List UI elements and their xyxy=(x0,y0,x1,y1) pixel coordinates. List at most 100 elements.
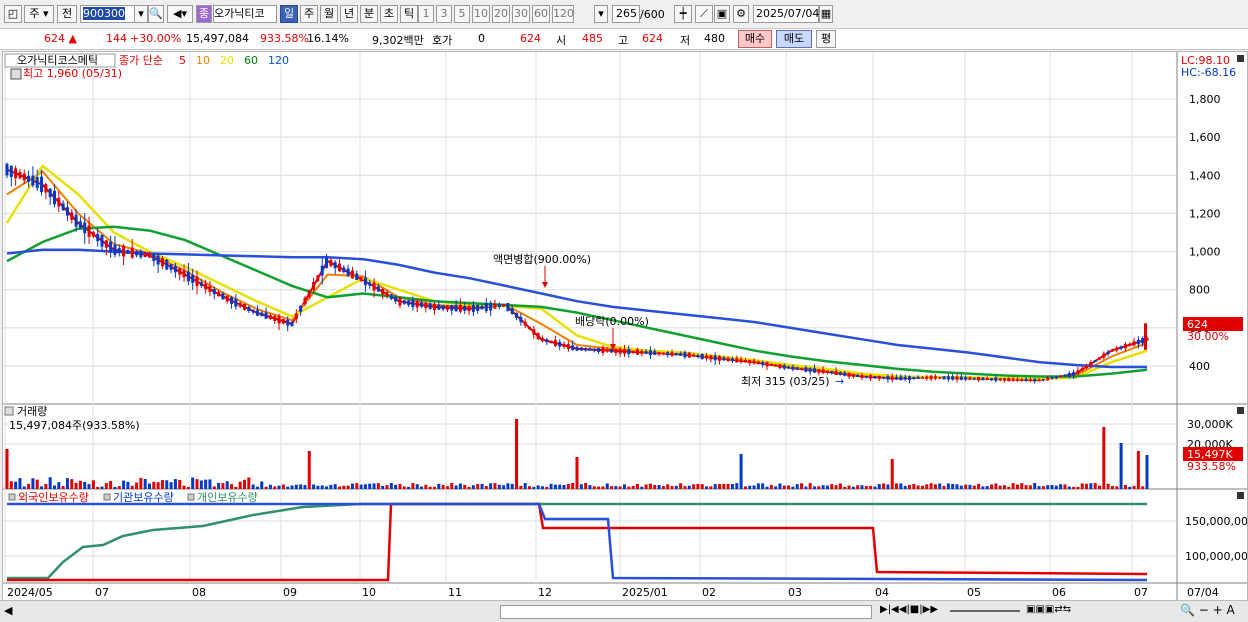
candle-body xyxy=(281,319,285,324)
holding-legend-3: 개인보유수량 xyxy=(197,491,258,504)
candle-body xyxy=(376,286,380,292)
volume-bar xyxy=(303,485,307,489)
volume-bar xyxy=(834,485,838,489)
scroll-left-icon[interactable]: ◀ xyxy=(4,604,14,618)
minute-dropdown-icon[interactable]: ▾ xyxy=(594,5,608,23)
volume-bar xyxy=(428,486,432,489)
volume-bar xyxy=(713,484,717,489)
price-tick: 400 xyxy=(1189,360,1210,373)
tab-5[interactable]: 분 xyxy=(360,5,378,23)
tab-4[interactable]: 년 xyxy=(340,5,358,23)
tab-1[interactable]: 일 xyxy=(280,5,298,23)
calendar-icon[interactable]: ▦ xyxy=(819,5,833,23)
minute-option-120[interactable]: 120 xyxy=(552,5,574,23)
minute-option-3[interactable]: 3 xyxy=(436,5,452,23)
nav-controls-icon[interactable]: ▶|◀◀|■|▶▶ xyxy=(880,604,938,615)
volume-bar xyxy=(584,483,588,489)
volume-ratio: 933.58% xyxy=(260,32,309,45)
quote-price: 624 xyxy=(520,32,541,45)
panel-icon[interactable] xyxy=(10,68,22,80)
candle-body xyxy=(545,339,549,343)
candle-body xyxy=(22,173,26,181)
candle-body xyxy=(480,305,484,310)
candle-body xyxy=(471,304,475,312)
holding-legend-icon[interactable] xyxy=(8,493,16,501)
scrollbar-thumb[interactable] xyxy=(500,605,872,619)
volume-bar xyxy=(1145,455,1149,489)
count-input[interactable]: 265 xyxy=(612,5,640,23)
minute-option-60[interactable]: 60 xyxy=(532,5,550,23)
period-mode-select[interactable]: 주 ▾ xyxy=(24,5,54,23)
view-tools-icon[interactable]: ▣▣▣⇄⇆ xyxy=(1026,604,1071,615)
volume-bar xyxy=(1028,485,1032,489)
code-type-button[interactable]: 전 xyxy=(57,5,77,23)
search-icon[interactable]: 🔍 xyxy=(148,5,164,23)
minute-option-20[interactable]: 20 xyxy=(492,5,510,23)
tab-2[interactable]: 주 xyxy=(300,5,318,23)
candle-body xyxy=(420,302,424,307)
volume-bar xyxy=(407,486,411,489)
high-value: 624 xyxy=(642,32,663,45)
date-input[interactable]: 2025/07/04 xyxy=(753,5,819,23)
volume-panel-icon[interactable] xyxy=(4,406,14,416)
buy-button[interactable]: 매수 xyxy=(738,30,772,48)
candle-body xyxy=(730,358,734,362)
tab-3[interactable]: 월 xyxy=(320,5,338,23)
candle-body xyxy=(104,240,108,248)
minute-option-5[interactable]: 5 xyxy=(454,5,470,23)
candle-body xyxy=(441,305,445,310)
zoom-slider[interactable] xyxy=(950,610,1020,612)
holding-panel-close-icon[interactable] xyxy=(1237,492,1244,499)
candle-body xyxy=(1059,375,1063,378)
holding-legend-icon[interactable] xyxy=(103,493,111,501)
candle-body xyxy=(1041,379,1045,381)
minute-option-10[interactable]: 10 xyxy=(472,5,490,23)
volume-bar xyxy=(44,484,48,489)
candle-type-icon[interactable]: ┿ xyxy=(674,5,692,23)
candle-body xyxy=(856,374,860,377)
volume-bar xyxy=(1063,484,1067,489)
price-panel-close-icon[interactable] xyxy=(1237,55,1244,62)
chart-area[interactable]: 1,8001,6001,4001,2001,00080060040030,000… xyxy=(2,51,1248,603)
candle-body xyxy=(506,302,510,312)
volume-bar xyxy=(117,486,121,489)
candle-body xyxy=(484,303,488,312)
price-panel-title: 오가닉티코스메틱 xyxy=(17,54,98,67)
candle-body xyxy=(895,377,899,380)
candle-body xyxy=(1072,372,1076,376)
gear-icon[interactable]: ⚙ xyxy=(733,5,749,23)
volume-bar xyxy=(420,486,424,489)
volume-bar xyxy=(718,484,721,489)
stock-code-input[interactable]: 900300 xyxy=(80,5,136,23)
candle-body xyxy=(739,359,743,363)
event1-arrowhead xyxy=(542,282,548,288)
candle-body xyxy=(359,277,363,281)
candle-body xyxy=(325,258,329,268)
sell-button[interactable]: 매도 xyxy=(776,30,812,48)
window-menu-icon[interactable]: ◰ xyxy=(4,5,22,23)
current-price: 624 ▲ xyxy=(44,32,77,45)
x-axis-label: 08 xyxy=(192,586,206,599)
chart-svg[interactable]: 1,8001,6001,4001,2001,00080060040030,000… xyxy=(3,52,1248,602)
tab-6[interactable]: 초 xyxy=(380,5,398,23)
draw-tool-icon[interactable]: ⟋ xyxy=(695,5,713,23)
volume-panel-close-icon[interactable] xyxy=(1237,407,1244,414)
minute-option-1[interactable]: 1 xyxy=(418,5,434,23)
candle-body xyxy=(1123,344,1127,349)
volume-bar xyxy=(623,484,626,489)
volume-bar xyxy=(882,483,886,489)
candle-body xyxy=(1119,346,1123,349)
volume-bar xyxy=(260,481,264,489)
code-dropdown-icon[interactable]: ▾ xyxy=(134,5,148,23)
tab-7[interactable]: 틱 xyxy=(400,5,418,23)
average-button[interactable]: 평 xyxy=(816,30,836,48)
save-icon[interactable]: ▣ xyxy=(714,5,730,23)
volume-bar xyxy=(394,484,398,489)
zoom-controls-icon[interactable]: 🔍 − + A xyxy=(1180,603,1235,617)
volume-bar xyxy=(204,479,208,489)
candle-body xyxy=(648,350,652,356)
sound-icon[interactable]: ◀▾ xyxy=(167,5,193,23)
minute-option-30[interactable]: 30 xyxy=(512,5,530,23)
holding-legend-icon[interactable] xyxy=(187,493,195,501)
volume-bar xyxy=(666,484,670,489)
